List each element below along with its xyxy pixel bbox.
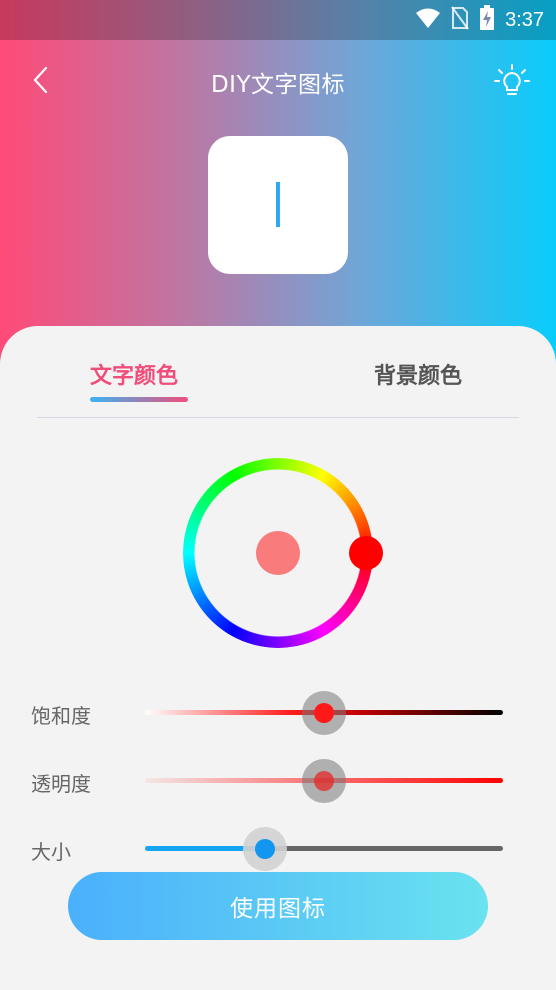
opacity-slider-thumb[interactable] bbox=[302, 759, 346, 803]
opacity-label: 透明度 bbox=[31, 772, 91, 796]
color-wheel-handle[interactable] bbox=[349, 536, 383, 570]
status-icons: 3:37 bbox=[415, 0, 544, 40]
tab-text-color[interactable]: 文字颜色 bbox=[90, 358, 178, 390]
opacity-thumb-dot bbox=[314, 771, 334, 791]
saturation-label: 饱和度 bbox=[31, 704, 91, 728]
size-label: 大小 bbox=[31, 840, 71, 864]
selected-color-preview bbox=[256, 531, 300, 575]
use-icon-button[interactable]: 使用图标 bbox=[68, 872, 488, 940]
light-bulb-button[interactable] bbox=[492, 62, 532, 102]
icon-preview: | bbox=[208, 136, 348, 274]
tab-divider bbox=[37, 417, 519, 418]
size-slider-thumb[interactable] bbox=[243, 827, 287, 871]
saturation-slider-thumb[interactable] bbox=[302, 691, 346, 735]
color-wheel[interactable] bbox=[183, 458, 383, 648]
size-thumb-dot bbox=[255, 839, 275, 859]
status-time: 3:37 bbox=[505, 8, 544, 31]
battery-charging-icon bbox=[479, 5, 495, 35]
top-app-bar: DIY文字图标 bbox=[0, 52, 556, 108]
light-bulb-icon bbox=[494, 64, 530, 95]
icon-preview-text: | bbox=[271, 175, 285, 228]
saturation-thumb-dot bbox=[314, 703, 334, 723]
wifi-icon bbox=[415, 7, 441, 33]
page-title: DIY文字图标 bbox=[210, 72, 346, 98]
tab-background-color[interactable]: 背景颜色 bbox=[374, 358, 462, 390]
no-sim-icon bbox=[451, 6, 469, 34]
status-bar: 3:37 bbox=[0, 0, 556, 40]
size-slider-track[interactable] bbox=[265, 846, 503, 851]
active-tab-indicator bbox=[90, 397, 188, 402]
